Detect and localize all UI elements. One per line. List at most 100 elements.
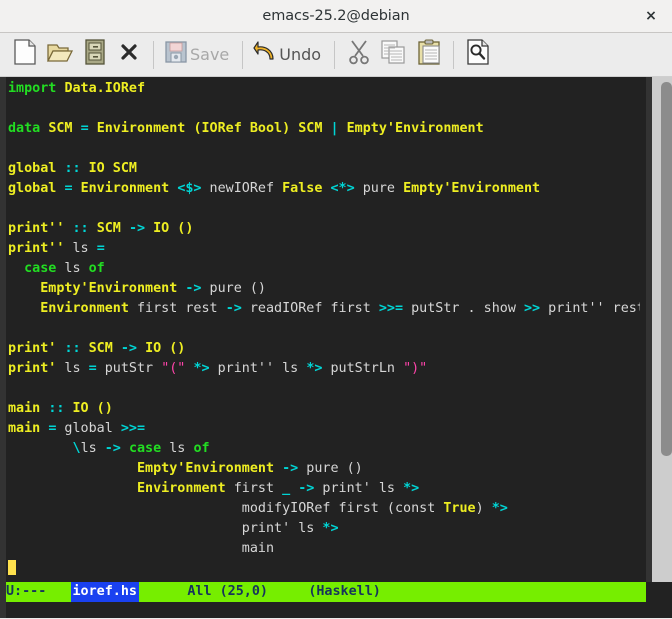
dired-button[interactable] bbox=[78, 36, 112, 74]
mode-line-filename: ioref.hs bbox=[70, 582, 139, 602]
close-buffer-button[interactable] bbox=[112, 36, 146, 74]
scrollbar-thumb[interactable] bbox=[661, 82, 672, 456]
magnifier-page-icon bbox=[466, 39, 490, 70]
code-line: case ls of bbox=[8, 259, 640, 279]
code-token: *> bbox=[306, 361, 323, 376]
toolbar: Save Undo bbox=[0, 33, 672, 77]
code-token: newIORef bbox=[201, 181, 283, 196]
code-token: :: bbox=[64, 161, 81, 176]
vertical-scrollbar[interactable] bbox=[646, 77, 672, 582]
undo-button-label: Undo bbox=[279, 45, 322, 64]
emacs-frame: import Data.IORef data SCM = Environment… bbox=[0, 77, 672, 618]
code-line: main bbox=[8, 539, 640, 559]
code-token: <*> bbox=[330, 181, 355, 196]
code-line: data SCM = Environment (IORef Bool) SCM … bbox=[8, 119, 640, 139]
code-token: Environment bbox=[80, 181, 170, 196]
copy-button[interactable] bbox=[376, 36, 412, 74]
code-token: main bbox=[8, 421, 41, 436]
open-file-button[interactable] bbox=[42, 36, 78, 74]
code-token: of bbox=[88, 261, 105, 276]
code-token: Empty'Environment bbox=[40, 281, 178, 296]
code-token: >>= bbox=[378, 301, 404, 316]
code-line: Environment first _ -> print' ls *> bbox=[8, 479, 640, 499]
code-token: putStr bbox=[96, 361, 162, 376]
code-token: SCM bbox=[298, 121, 323, 136]
paste-button[interactable] bbox=[412, 36, 446, 74]
toolbar-separator bbox=[242, 40, 244, 69]
code-token: *> bbox=[193, 361, 210, 376]
cut-button[interactable] bbox=[342, 36, 376, 74]
code-token: SCM bbox=[88, 341, 113, 356]
code-token: pure () bbox=[201, 281, 266, 296]
code-line: print'' ls = bbox=[8, 239, 640, 259]
code-line: print' ls = putStr "(" *> print'' ls *> … bbox=[8, 359, 640, 379]
code-line: print'' :: SCM -> IO () bbox=[8, 219, 640, 239]
code-line: \ls -> case ls of bbox=[8, 439, 640, 459]
code-token: case bbox=[128, 441, 162, 456]
code-line: print' ls *> bbox=[8, 519, 640, 539]
code-token: <$> bbox=[177, 181, 202, 196]
code-line: global = Environment <$> newIORef False … bbox=[8, 179, 640, 199]
code-token: ")" bbox=[403, 361, 428, 376]
code-line: Environment first rest -> readIORef firs… bbox=[8, 299, 640, 319]
mode-line-major-mode: (Haskell) bbox=[308, 584, 381, 599]
code-token: :: bbox=[64, 341, 81, 356]
code-line: Empty'Environment -> pure () bbox=[8, 279, 640, 299]
code-token: pure bbox=[354, 181, 404, 196]
code-token: first bbox=[225, 481, 283, 496]
code-token: print' bbox=[8, 361, 57, 376]
scissors-icon bbox=[347, 39, 371, 70]
code-token: data bbox=[8, 121, 41, 136]
clipboard-icon bbox=[417, 39, 441, 70]
echo-area[interactable] bbox=[6, 602, 646, 618]
code-token: -> bbox=[225, 301, 242, 316]
search-button[interactable] bbox=[461, 36, 495, 74]
code-token: >> bbox=[524, 301, 541, 316]
code-token: Environment bbox=[40, 301, 129, 316]
code-token: *> bbox=[491, 501, 508, 516]
code-token: -> bbox=[185, 281, 202, 296]
save-floppy-icon bbox=[164, 40, 188, 69]
save-button[interactable]: Save bbox=[161, 36, 235, 74]
code-token: ls bbox=[80, 441, 105, 456]
code-buffer[interactable]: import Data.IORef data SCM = Environment… bbox=[6, 77, 640, 582]
code-token: global bbox=[8, 161, 57, 176]
code-token: print' bbox=[8, 341, 57, 356]
new-file-button[interactable] bbox=[8, 36, 42, 74]
code-token: print' ls bbox=[314, 481, 404, 496]
code-token: global bbox=[56, 421, 121, 436]
code-token: print' ls bbox=[8, 521, 323, 536]
toolbar-separator bbox=[153, 40, 154, 69]
text-cursor bbox=[8, 560, 16, 575]
undo-button[interactable]: Undo bbox=[250, 36, 327, 74]
emacs-window: emacs-25.2@debian × Save Undo import Dat… bbox=[0, 0, 672, 619]
code-token: Environment bbox=[96, 121, 186, 136]
code-token: = bbox=[88, 361, 97, 376]
copy-pages-icon bbox=[380, 39, 408, 70]
code-line: global :: IO SCM bbox=[8, 159, 640, 179]
code-token: = bbox=[96, 241, 105, 256]
code-token: -> bbox=[298, 481, 315, 496]
code-line: modifyIORef first (const True) *> bbox=[8, 499, 640, 519]
mode-line-position: All (25,0) bbox=[187, 584, 268, 599]
code-token: IO () bbox=[153, 221, 194, 236]
close-icon[interactable]: × bbox=[640, 5, 662, 27]
code-token: IO () bbox=[145, 341, 186, 356]
save-button-label: Save bbox=[190, 45, 230, 64]
code-token: first rest bbox=[128, 301, 226, 316]
